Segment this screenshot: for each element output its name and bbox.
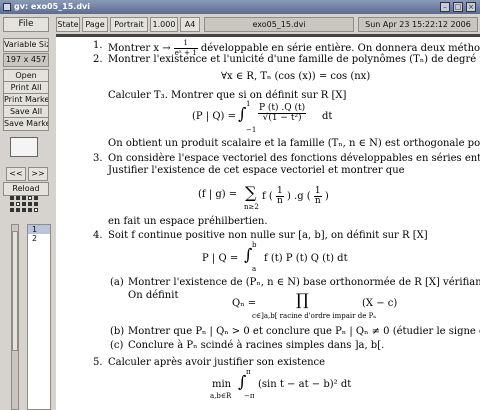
gv-window: gv: exo05_15.dvi – □ × File State Page P… [0,0,480,410]
integral-upper-bound: b [252,241,257,249]
equation-min: min [212,379,232,390]
text-line: Soit f continue positive non nulle sur [… [108,230,428,241]
item-number: 1. [93,40,103,51]
variable-size-button[interactable]: Variable Size [3,38,49,52]
equation-body: f (t) P (t) Q (t) dt [264,253,348,264]
item-number: 5. [93,357,103,368]
state-menu-button[interactable]: State [56,17,80,32]
sub-item-label: (b) [110,326,125,337]
product-sign: ∏ [296,290,309,309]
sub-item-label: (c) [110,340,124,351]
filename-display: exo05_15.dvi [204,17,354,32]
reload-button[interactable]: Reload [3,182,49,196]
text-line: Montrer que Pₙ | Qₙ > 0 et conclure que … [128,326,480,337]
integral-lower-bound: a [252,265,257,273]
item-number: 2. [93,54,103,65]
page-preview-panner[interactable] [10,137,38,157]
text-line: Calculer après avoir justifier son exist… [108,357,326,368]
document-view[interactable]: 1. Montrer x → 1 eˣ + 1 développable en s… [56,34,480,410]
file-menu-button[interactable]: File [3,17,49,32]
scrollbar-thumb[interactable] [12,231,18,351]
equation-body: (sin t − at − b)² dt [258,379,352,390]
close-icon[interactable]: × [466,2,476,12]
text-line: Justifier l'existence de cet espace vect… [108,165,405,176]
equation-lhs: P | Q = [202,253,239,264]
product-subscript: c∈]a,b[ racine d'ordre impair de Pₙ [252,312,377,320]
text-line: On considère l'espace vectoriel des fonc… [108,153,480,164]
equation-lhs: (f | g) = [198,189,238,200]
item-number: 3. [93,153,103,164]
equation-lhs: Qₙ = [232,298,257,309]
sum-subscript: n≥2 [244,203,259,211]
equation-dt: dt [322,111,333,122]
integral-upper-bound: 1 [246,100,251,108]
page-list-item[interactable]: 2 [28,234,50,243]
integral-lower-bound: −1 [246,126,257,134]
next-page-button[interactable]: >> [28,167,48,181]
text-line: Conclure à Pₙ scindé à racines simples d… [128,340,385,351]
mark-pages-grid-icon[interactable] [10,196,42,216]
text-line: On obtient un produit scalaire et la fam… [108,138,480,149]
sum-sign: ∑ [245,183,257,202]
integral-lower-bound: −π [244,392,255,400]
previous-page-button[interactable]: << [6,167,26,181]
sidebar-scrollbar[interactable] [11,224,19,410]
text-line: Calculer T₃. Montrer que si on définit s… [108,90,347,101]
orientation-button[interactable]: Portrait [110,17,148,32]
text-line: On définit [128,290,179,301]
integral-upper-bound: π [246,368,251,376]
zoom-button[interactable]: 1.000 [150,17,178,32]
min-subscript: a,b∈R [210,392,232,400]
equation: ∀x ∈ R, Tₙ (cos (x)) = cos (nx) [221,71,371,82]
page-list-item[interactable]: 1 [28,225,50,234]
equation-body: (X − c) [362,298,398,309]
equation-fraction: P (t) .Q (t) √(1 − t²) [258,103,307,123]
equation-body: f ( 1n ) .g ( 1n ) [262,186,329,206]
maximize-icon[interactable]: □ [453,2,463,12]
dimensions-display: 197 x 457 [3,53,49,67]
text-line: en fait un espace préhilbertien. [108,216,268,227]
minimize-icon[interactable]: – [440,2,450,12]
text-line: Montrer l'existence et l'unicité d'une f… [108,54,480,65]
window-title: gv: exo05_15.dvi [14,2,90,11]
item-number: 4. [93,230,103,241]
text-line: Montrer l'existence de (Pₙ, n ∈ N) base … [128,277,480,288]
page-menu-button[interactable]: Page [82,17,108,32]
title-bar[interactable]: gv: exo05_15.dvi – □ × [0,0,480,14]
save-marked-button[interactable]: Save Marked [3,117,49,131]
page-top-border [56,34,480,37]
page-list[interactable]: 1 2 [27,224,51,410]
equation-lhs: (P | Q) = [192,111,237,122]
window-menu-icon[interactable] [3,3,11,11]
paper-size-button[interactable]: A4 [180,17,200,32]
date-display: Sun Apr 23 15:22:12 2006 [358,17,478,32]
sub-item-label: (a) [110,277,124,288]
